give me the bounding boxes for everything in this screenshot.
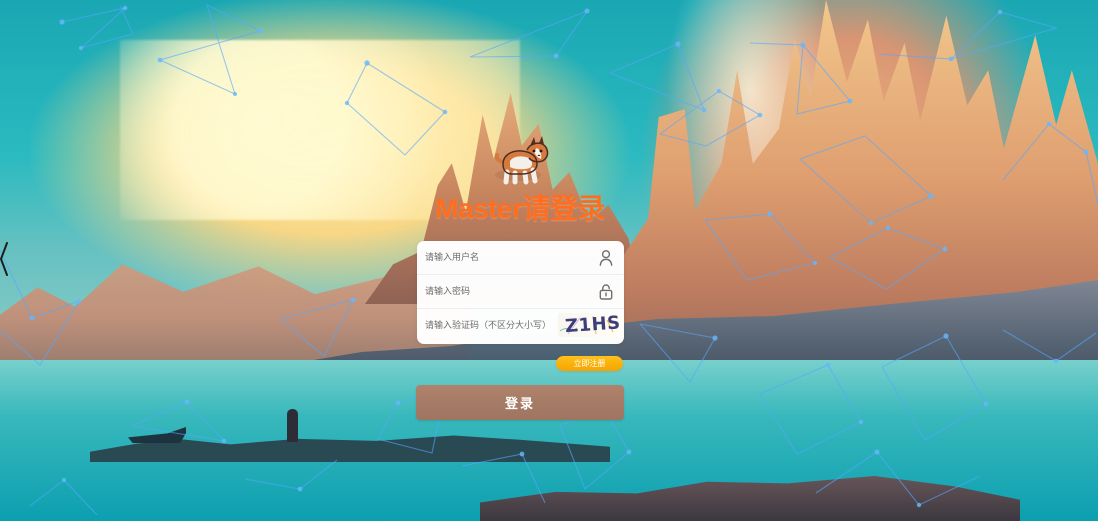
captcha-field-wrapper: Z1HS xyxy=(417,309,624,343)
register-button[interactable]: 立即注册 xyxy=(556,356,623,371)
login-panel: Master请登录 请输入用户名 请输入验证码（不区分大小写） Z1HS 立即注… xyxy=(416,131,624,421)
person-silhouette xyxy=(287,409,298,442)
login-button[interactable]: 登录 xyxy=(416,385,624,420)
password-field-wrapper xyxy=(417,275,624,309)
login-form: Z1HS xyxy=(417,241,624,344)
chevron-left-icon[interactable] xyxy=(0,241,8,277)
captcha-image[interactable]: Z1HS xyxy=(558,313,622,337)
page-title: Master请登录 xyxy=(435,193,605,224)
captcha-text: Z1HS xyxy=(564,313,621,337)
user-icon xyxy=(599,250,613,266)
username-field-wrapper xyxy=(417,241,624,275)
corgi-icon xyxy=(488,131,552,186)
password-input[interactable] xyxy=(417,275,624,308)
lock-icon xyxy=(599,284,613,300)
username-input[interactable] xyxy=(417,241,624,274)
